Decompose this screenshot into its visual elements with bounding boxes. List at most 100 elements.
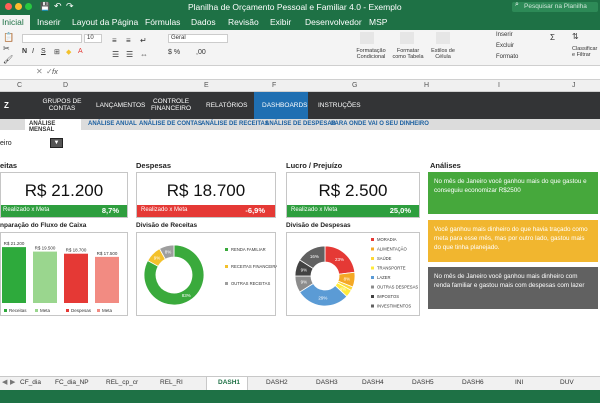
sheet-tab-duv[interactable]: DUV (560, 379, 574, 389)
tab-exibir[interactable]: Exibir (270, 17, 291, 27)
nav-item-lancamentos[interactable]: LANÇAMENTOS (96, 102, 145, 109)
format-table-icon[interactable] (400, 32, 414, 44)
cancel-formula-icon[interactable]: ✕ (36, 67, 43, 76)
tab-inicial[interactable]: Inicial (0, 15, 30, 30)
sheet-tab-dash1[interactable]: DASH1 (218, 379, 240, 389)
column-header[interactable]: E (204, 82, 209, 89)
sort-filter-icon[interactable]: ⇅ (572, 32, 579, 41)
fill-color-icon[interactable]: ◆ (66, 48, 71, 56)
sheet-tab-dash5[interactable]: DASH5 (412, 379, 434, 389)
slice-data-label: 9% (301, 267, 308, 272)
borders-icon[interactable]: ⊞ (54, 48, 60, 56)
subnav-analise-anual[interactable]: ANÁLISE ANUAL (88, 121, 137, 127)
align-center-icon[interactable]: ☰ (126, 50, 133, 59)
wrap-text-icon[interactable]: ↵ (140, 36, 147, 45)
month-dropdown-button[interactable]: ▼ (50, 138, 63, 148)
number-format-select[interactable]: Geral (168, 34, 228, 43)
insert-cells-button[interactable]: Inserir (496, 32, 513, 38)
sheet-tab-fc-dia-np[interactable]: FC_dia_NP (55, 379, 89, 389)
legend-label: ALIMENTAÇÃO (377, 247, 407, 252)
column-header[interactable]: F (272, 82, 276, 89)
sort-filter-label[interactable]: Classificar e Filtrar (572, 46, 600, 58)
font-name-select[interactable] (22, 34, 82, 43)
subnav-analise-receitas[interactable]: ANÁLISE DE RECEITAS (201, 121, 269, 127)
prev-sheet-icon[interactable]: ◀ (2, 378, 7, 386)
decimal-icon[interactable]: ,00 (196, 49, 206, 56)
sheet-tab-rel-cp-cr[interactable]: REL_cp_cr (106, 379, 138, 389)
nav-item-grupos[interactable]: GRUPOS DE CONTAS (42, 98, 82, 112)
redo-icon[interactable]: ↷ (66, 1, 74, 12)
legend-swatch (225, 282, 228, 285)
kpi-bar-receitas: Realizado x Meta 8,7% (1, 205, 127, 217)
column-header[interactable]: J (572, 82, 576, 89)
cell-styles-label[interactable]: Estilos de Célula (428, 48, 458, 60)
column-header[interactable]: G (352, 82, 357, 89)
subnav-analise-despesas[interactable]: ANÁLISE DE DESPESAS (265, 121, 336, 127)
column-header[interactable]: D (63, 82, 68, 89)
nav-item-dashboards[interactable]: DASHBOARDS (262, 102, 308, 109)
tab-desenvolvedor[interactable]: Desenvolvedor (305, 17, 362, 27)
sheet-tab-dash6[interactable]: DASH6 (462, 379, 484, 389)
kpi-bar-label: Realizado x Meta (141, 207, 188, 213)
currency-icon[interactable]: $ % (168, 49, 180, 56)
format-painter-icon[interactable]: 🖌 (3, 55, 13, 64)
nav-item-instrucoes[interactable]: INSTRUÇÕES (318, 102, 361, 109)
search-input[interactable]: Pesquisar na Planilha (524, 3, 587, 10)
column-header[interactable]: C (17, 82, 22, 89)
name-box[interactable] (0, 67, 32, 79)
save-icon[interactable]: 💾 (40, 2, 50, 11)
align-left-icon[interactable]: ☰ (112, 50, 119, 59)
tab-msp[interactable]: MSP (369, 17, 387, 27)
sheet-tab-dash2[interactable]: DASH2 (266, 379, 288, 389)
sheet-tab-dash4[interactable]: DASH4 (362, 379, 384, 389)
conditional-format-icon[interactable] (360, 32, 374, 44)
align-middle-icon[interactable]: ≡ (126, 36, 131, 45)
kpi-bar-value: 25,0% (389, 206, 411, 215)
minimize-window-icon[interactable] (15, 3, 22, 10)
tab-formulas[interactable]: Fórmulas (145, 17, 180, 27)
delete-cells-button[interactable]: Excluir (496, 43, 514, 49)
italic-icon[interactable]: I (32, 48, 34, 55)
formula-input[interactable] (66, 67, 600, 79)
tab-dados[interactable]: Dados (191, 17, 216, 27)
column-header[interactable]: H (424, 82, 429, 89)
slice-data-label: 9% (154, 256, 161, 261)
sheet-tab-rel-ri[interactable]: REL_RI (160, 379, 183, 389)
legend-swatch (371, 257, 374, 260)
next-sheet-icon[interactable]: ▶ (10, 378, 15, 386)
sheet-tab-cf-dia[interactable]: CF_dia (20, 379, 41, 389)
sheet-tab-dash3[interactable]: DASH3 (316, 379, 338, 389)
nav-item-relatorios[interactable]: RELATÓRIOS (206, 102, 247, 109)
autosum-icon[interactable]: Σ (550, 33, 555, 42)
align-top-icon[interactable]: ≡ (112, 36, 117, 45)
tab-layout[interactable]: Layout da Página (72, 17, 138, 27)
maximize-window-icon[interactable] (25, 3, 32, 10)
subnav-analise-contas[interactable]: ANÁLISE DE CONTAS (139, 121, 202, 127)
nav-item-controle[interactable]: CONTROLE FINANCEIRO (150, 98, 192, 112)
column-header[interactable]: I (498, 82, 500, 89)
subnav-analise-mensal[interactable]: ANÁLISE MENSAL (25, 119, 81, 133)
tab-revisao[interactable]: Revisão (228, 17, 259, 27)
conditional-format-label[interactable]: Formatação Condicional (354, 48, 388, 60)
underline-icon[interactable]: S (41, 48, 46, 55)
bold-icon[interactable]: N (22, 48, 27, 55)
chart-title-despesas: Divisão de Despesas (286, 222, 351, 229)
legend-swatch (371, 247, 374, 251)
paste-icon[interactable]: 📋 (3, 32, 14, 43)
kpi-value-despesas: R$ 18.700 (166, 181, 246, 200)
format-cells-button[interactable]: Formato (496, 54, 518, 60)
sheet-tab-ini[interactable]: INI (515, 379, 523, 389)
fx-icon[interactable]: fx (52, 67, 58, 76)
cut-icon[interactable]: ✂ (3, 44, 10, 53)
font-color-icon[interactable]: A (78, 48, 83, 55)
merge-icon[interactable]: ⇔ (140, 50, 148, 59)
format-table-label[interactable]: Formatar como Tabela (392, 48, 424, 60)
subnav-para-onde[interactable]: PARA ONDE VAI O SEU DINHEIRO (331, 121, 429, 127)
undo-icon[interactable]: ↶ (54, 1, 62, 12)
cell-styles-icon[interactable] (436, 32, 450, 44)
tab-inserir[interactable]: Inserir (37, 17, 61, 27)
kpi-value-lucro: R$ 2.500 (318, 181, 388, 200)
close-window-icon[interactable] (5, 3, 12, 10)
font-size-select[interactable]: 10 (84, 34, 102, 43)
legend-label: Meta (102, 308, 113, 313)
